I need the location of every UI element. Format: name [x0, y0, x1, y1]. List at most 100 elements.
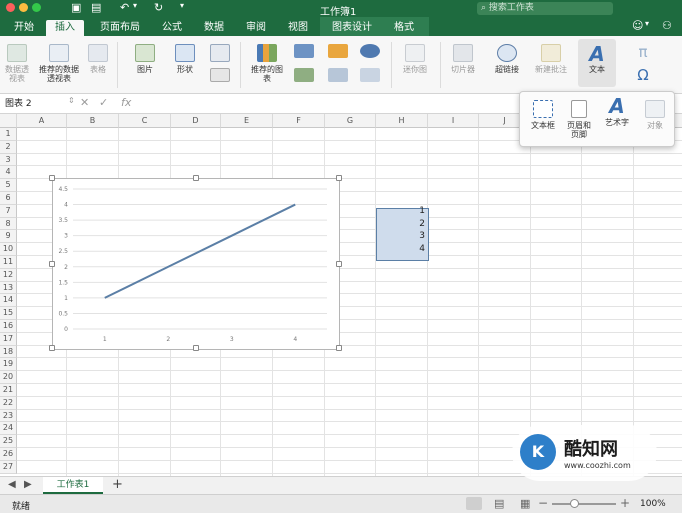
row-header-13[interactable]: 13 [0, 281, 17, 295]
share-icon[interactable]: ⚇ [662, 19, 672, 32]
line-chart[interactable]: 0 0.5 1 1.5 2 2.5 3 3.5 4 4.5 1 2 3 4 [49, 175, 342, 351]
tab-chart-design[interactable]: 图表设计 [324, 20, 380, 36]
sidebar-toggle-icon[interactable]: ▣ [71, 1, 81, 14]
column-header-e[interactable]: E [221, 114, 273, 128]
resize-handle[interactable] [193, 345, 199, 351]
smiley-feedback-icon[interactable]: ☺ [632, 19, 643, 32]
row-header-16[interactable]: 16 [0, 320, 17, 333]
close-button[interactable] [6, 3, 15, 12]
line-chart-button[interactable] [292, 68, 316, 85]
resize-handle[interactable] [49, 175, 55, 181]
resize-handle[interactable] [193, 175, 199, 181]
recommended-pivot-button[interactable]: 推荐的数据透视表 [36, 44, 82, 83]
tab-view[interactable]: 视图 [278, 20, 318, 36]
resize-handle[interactable] [49, 261, 55, 267]
row-header-10[interactable]: 10 [0, 243, 17, 256]
text-button[interactable]: A 文本 [578, 39, 616, 87]
row-header-7[interactable]: 7 [0, 204, 17, 218]
pictures-button[interactable]: 图片 [128, 44, 162, 74]
tab-home[interactable]: 开始 [6, 20, 42, 36]
select-all-corner[interactable] [0, 114, 17, 128]
search-input[interactable]: ⌕ 搜索工作表 [477, 2, 613, 15]
row-header-12[interactable]: 12 [0, 268, 17, 282]
pie-chart-button[interactable] [358, 44, 382, 61]
equation-button[interactable]: π [632, 44, 654, 60]
undo-menu-icon[interactable]: ▾ [133, 1, 137, 10]
row-header-8[interactable]: 8 [0, 217, 17, 231]
smartart-button[interactable] [208, 44, 232, 65]
tab-review[interactable]: 审阅 [236, 20, 276, 36]
next-sheet-icon[interactable]: ▶ [24, 479, 32, 490]
shapes-button[interactable]: 形状 [168, 44, 202, 74]
row-header-17[interactable]: 17 [0, 332, 17, 346]
new-comment-button[interactable]: 新建批注 [534, 44, 568, 74]
row-header-4[interactable]: 4 [0, 166, 17, 180]
symbol-button[interactable]: Ω [632, 67, 654, 83]
other-charts-button[interactable] [358, 68, 382, 85]
cell-h8[interactable]: 2 [376, 218, 428, 231]
tab-formulas[interactable]: 公式 [152, 20, 192, 36]
row-header-18[interactable]: 18 [0, 345, 17, 359]
wordart-button[interactable]: A 艺术字 [600, 95, 634, 128]
recommended-charts-button[interactable]: 推荐的图表 [250, 44, 284, 83]
resize-handle[interactable] [336, 345, 342, 351]
column-header-d[interactable]: D [171, 114, 221, 128]
zoom-in-icon[interactable]: + [620, 496, 630, 510]
row-header-27[interactable]: 27 [0, 460, 17, 474]
column-header-h[interactable]: H [376, 114, 428, 128]
column-header-c[interactable]: C [119, 114, 171, 128]
row-header-14[interactable]: 14 [0, 294, 17, 308]
customize-toolbar-icon[interactable]: ▾ [180, 1, 184, 10]
cell-h9[interactable]: 3 [376, 230, 428, 243]
normal-view-icon[interactable] [466, 497, 482, 510]
name-box[interactable]: 图表 2 [3, 97, 63, 111]
row-header-5[interactable]: 5 [0, 179, 17, 192]
row-header-20[interactable]: 20 [0, 371, 17, 384]
sheet-tab-1[interactable]: 工作表1 [43, 477, 103, 494]
tab-page-layout[interactable]: 页面布局 [94, 20, 146, 36]
column-header-a[interactable]: A [17, 114, 67, 128]
row-header-24[interactable]: 24 [0, 422, 17, 436]
row-header-6[interactable]: 6 [0, 192, 17, 205]
row-header-19[interactable]: 19 [0, 358, 17, 372]
minimize-button[interactable] [19, 3, 28, 12]
bar-chart-button[interactable] [326, 44, 350, 61]
row-header-23[interactable]: 23 [0, 409, 17, 423]
column-header-b[interactable]: B [67, 114, 119, 128]
cell-h7[interactable]: 1 [376, 205, 428, 218]
zoom-button[interactable] [32, 3, 41, 12]
page-layout-view-icon[interactable]: ▤ [494, 497, 504, 510]
zoom-out-icon[interactable]: − [538, 496, 548, 510]
zoom-slider-thumb[interactable] [570, 499, 579, 508]
tab-data[interactable]: 数据 [194, 20, 234, 36]
row-header-2[interactable]: 2 [0, 140, 17, 154]
scatter-chart-button[interactable] [326, 68, 350, 85]
insert-function-icon[interactable]: fx [121, 96, 131, 109]
object-button[interactable]: 对象 [640, 100, 670, 130]
column-header-i[interactable]: I [428, 114, 479, 128]
row-header-15[interactable]: 15 [0, 307, 17, 320]
page-break-view-icon[interactable]: ▦ [520, 497, 530, 510]
screenshot-button[interactable] [208, 68, 232, 85]
cell-h10[interactable]: 4 [376, 243, 428, 256]
slicer-button[interactable]: 切片器 [446, 44, 480, 74]
row-header-25[interactable]: 25 [0, 435, 17, 448]
feedback-menu-icon[interactable]: ▾ [645, 19, 649, 28]
pivot-table-button[interactable]: 数据透视表 [4, 44, 30, 83]
sparklines-button[interactable]: 迷你图 [398, 44, 432, 74]
row-header-11[interactable]: 11 [0, 256, 17, 269]
row-header-26[interactable]: 26 [0, 448, 17, 461]
resize-handle[interactable] [49, 345, 55, 351]
header-footer-button[interactable]: 页眉和页脚 [566, 100, 592, 139]
zoom-slider[interactable] [552, 503, 616, 505]
confirm-entry-icon[interactable]: ✓ [99, 96, 108, 109]
undo-icon[interactable]: ↶ [120, 1, 129, 14]
column-chart-button[interactable] [292, 44, 316, 61]
textbox-button[interactable]: 文本框 [526, 100, 560, 130]
tab-format[interactable]: 格式 [384, 20, 424, 36]
column-header-f[interactable]: F [273, 114, 325, 128]
row-header-22[interactable]: 22 [0, 396, 17, 410]
cancel-entry-icon[interactable]: ✕ [80, 96, 89, 109]
row-header-3[interactable]: 3 [0, 153, 17, 167]
row-header-21[interactable]: 21 [0, 384, 17, 397]
